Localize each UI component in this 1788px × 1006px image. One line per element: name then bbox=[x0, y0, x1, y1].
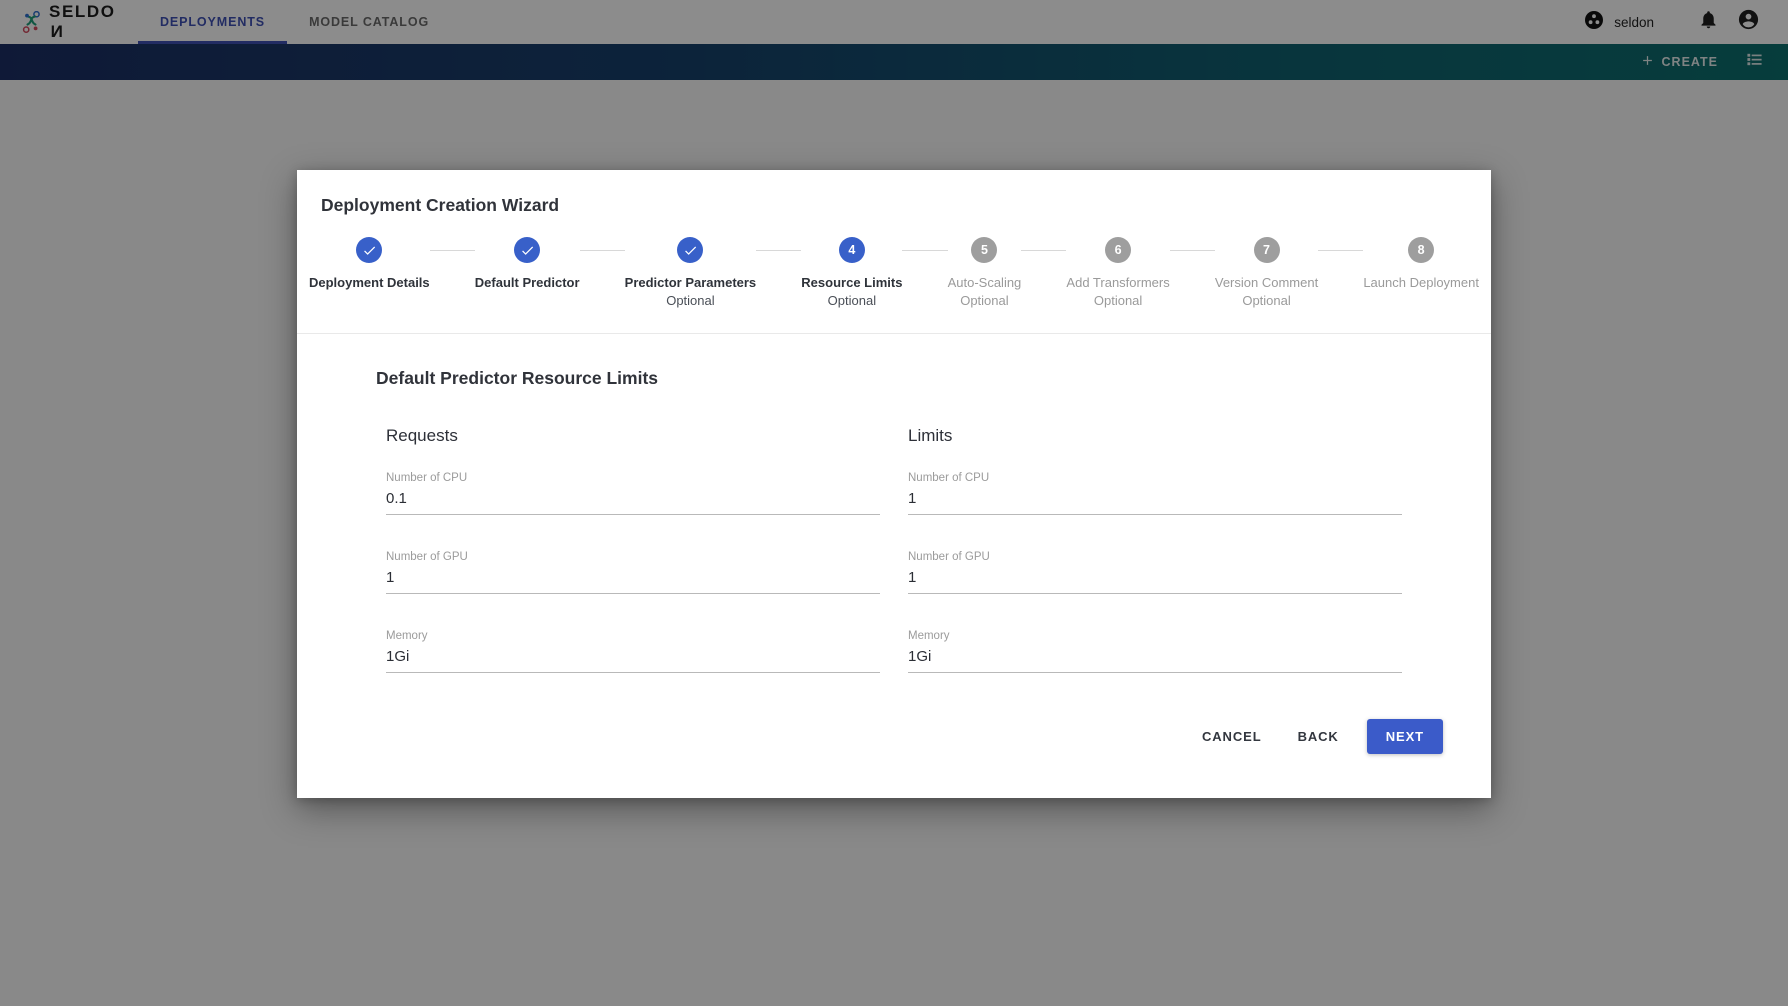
wizard-step-5[interactable]: 5 Auto-Scaling Optional bbox=[947, 237, 1022, 309]
step-connector bbox=[1021, 250, 1067, 251]
wizard-step-7[interactable]: 7 Version Comment Optional bbox=[1215, 237, 1318, 309]
step-label-5: Auto-Scaling Optional bbox=[947, 275, 1022, 308]
field-label-requests-memory: Memory bbox=[386, 630, 428, 643]
step-label-3: Predictor Parameters Optional bbox=[624, 275, 757, 308]
dialog-actions: CANCEL BACK NEXT bbox=[321, 673, 1467, 755]
step-sublabel-3: Optional bbox=[666, 292, 715, 308]
step-circle-7: 7 bbox=[1253, 237, 1280, 263]
cancel-button[interactable]: CANCEL bbox=[1186, 719, 1278, 754]
resource-column-requests: Requests Number of CPU Number of GPU Memory bbox=[386, 426, 880, 674]
field-label-limits-number-of-gpu: Number of GPU bbox=[908, 551, 990, 564]
wizard-step-6[interactable]: 6 Add Transformers Optional bbox=[1066, 237, 1170, 309]
wizard-step-3[interactable]: Predictor Parameters Optional bbox=[624, 237, 757, 309]
dialog-title: Deployment Creation Wizard bbox=[321, 195, 560, 215]
input-requests-number-of-gpu[interactable] bbox=[386, 569, 880, 595]
field-limits-number-of-cpu: Number of CPU bbox=[908, 472, 1402, 516]
step-circle-5: 5 bbox=[971, 237, 998, 263]
field-requests-memory: Memory bbox=[386, 630, 880, 674]
field-requests-number-of-gpu: Number of GPU bbox=[386, 551, 880, 595]
step-sublabel-5: Optional bbox=[960, 292, 1009, 308]
input-limits-number-of-gpu[interactable] bbox=[908, 569, 1402, 595]
column-heading-limits: Limits bbox=[908, 426, 953, 446]
dialog-body: Default Predictor Resource Limits Reques… bbox=[297, 334, 1491, 798]
step-circle-6: 6 bbox=[1105, 237, 1132, 263]
deployment-creation-wizard-dialog: Deployment Creation Wizard Deployment De… bbox=[297, 170, 1491, 799]
step-label-4: Resource Limits Optional bbox=[801, 275, 903, 308]
step-sublabel-4: Optional bbox=[827, 292, 877, 308]
wizard-step-1[interactable]: Deployment Details bbox=[309, 237, 430, 292]
next-button[interactable]: NEXT bbox=[1366, 719, 1443, 755]
field-limits-number-of-gpu: Number of GPU bbox=[908, 551, 1402, 595]
step-label-1: Deployment Details bbox=[309, 275, 430, 290]
step-label-2: Default Predictor bbox=[474, 275, 580, 290]
wizard-step-4[interactable]: 4 Resource Limits Optional bbox=[801, 237, 902, 309]
section-title: Default Predictor Resource Limits bbox=[376, 368, 659, 389]
step-connector bbox=[756, 250, 802, 251]
wizard-step-8[interactable]: 8 Launch Deployment bbox=[1363, 237, 1479, 292]
step-sublabel-6: Optional bbox=[1093, 292, 1143, 308]
step-connector bbox=[1318, 250, 1364, 251]
app-root: SELDON DEPLOYMENTS MODEL CATALOG seldon bbox=[0, 0, 1788, 1006]
step-connector bbox=[1169, 250, 1215, 251]
resource-limits-columns: Requests Number of CPU Number of GPU Memory… bbox=[321, 426, 1467, 674]
step-circle-8: 8 bbox=[1408, 237, 1435, 263]
step-connector bbox=[579, 250, 625, 251]
field-label-requests-number-of-cpu: Number of CPU bbox=[386, 472, 468, 485]
wizard-stepper: Deployment Details Default Predictor Predi… bbox=[297, 216, 1491, 309]
input-requests-memory[interactable] bbox=[386, 648, 880, 674]
step-label-8: Launch Deployment bbox=[1363, 275, 1479, 290]
field-limits-memory: Memory bbox=[908, 630, 1402, 674]
step-connector bbox=[902, 250, 948, 251]
dialog-bottom-spacer bbox=[321, 754, 1467, 776]
step-circle-4: 4 bbox=[838, 237, 865, 263]
step-label-7: Version Comment Optional bbox=[1214, 275, 1319, 308]
step-circle-3 bbox=[677, 237, 704, 263]
step-circle-2 bbox=[514, 237, 541, 263]
check-icon bbox=[363, 246, 375, 255]
input-limits-number-of-cpu[interactable] bbox=[908, 490, 1402, 516]
field-label-limits-number-of-cpu: Number of CPU bbox=[908, 472, 990, 485]
check-icon bbox=[685, 246, 697, 255]
field-label-limits-memory: Memory bbox=[908, 630, 950, 643]
wizard-step-2[interactable]: Default Predictor bbox=[475, 237, 580, 292]
check-icon bbox=[521, 246, 533, 255]
column-heading-requests: Requests bbox=[386, 426, 458, 446]
resource-column-limits: Limits Number of CPU Number of GPU Memory bbox=[908, 426, 1402, 674]
field-label-requests-number-of-gpu: Number of GPU bbox=[386, 551, 468, 564]
input-limits-memory[interactable] bbox=[908, 648, 1402, 674]
step-sublabel-7: Optional bbox=[1242, 292, 1291, 308]
step-connector bbox=[429, 250, 475, 251]
field-requests-number-of-cpu: Number of CPU bbox=[386, 472, 880, 516]
input-requests-number-of-cpu[interactable] bbox=[386, 490, 880, 516]
back-button[interactable]: BACK bbox=[1282, 719, 1355, 754]
step-circle-1 bbox=[356, 237, 383, 263]
step-label-6: Add Transformers Optional bbox=[1066, 275, 1170, 308]
